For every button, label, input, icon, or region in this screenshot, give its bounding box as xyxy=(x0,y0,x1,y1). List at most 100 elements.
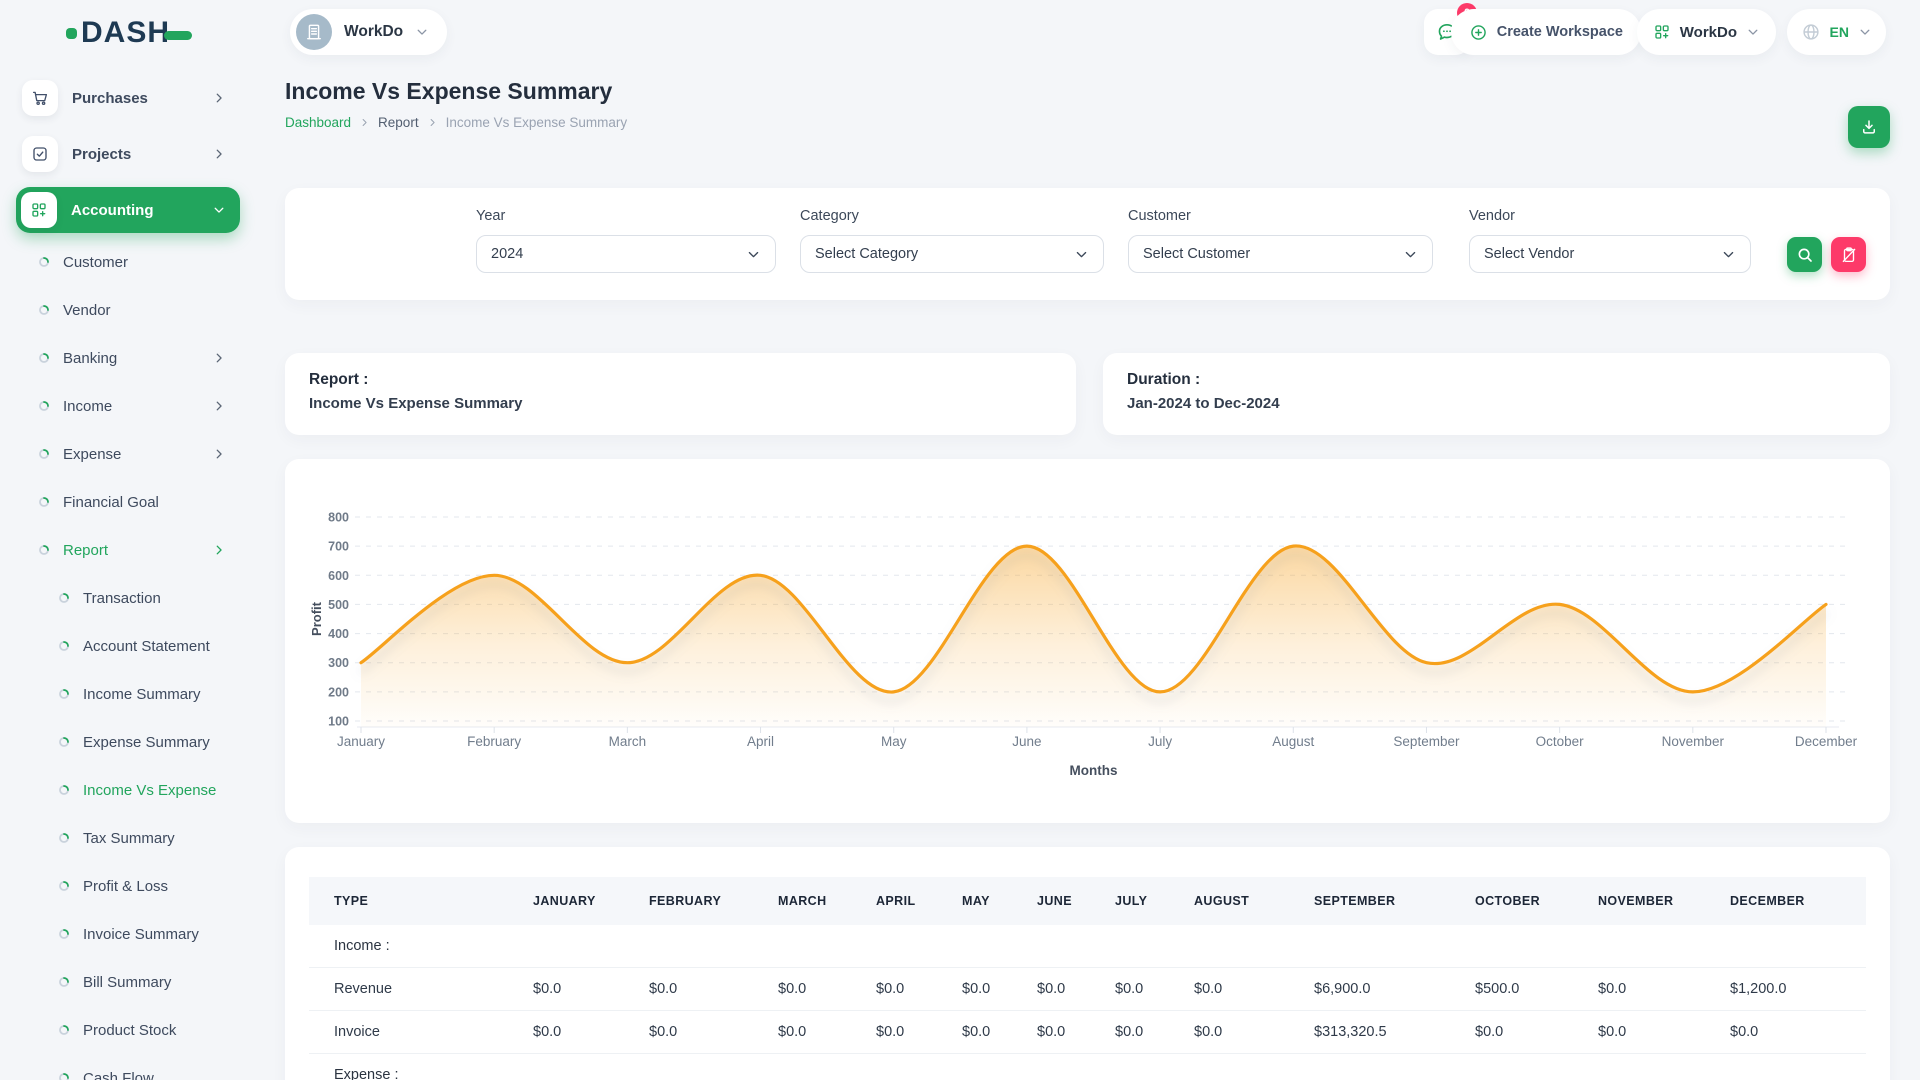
sidebar-item-invoice-summary[interactable]: Invoice Summary xyxy=(16,910,240,958)
logo-dash-bar xyxy=(164,31,192,40)
y-axis-tick-label: 100 xyxy=(328,715,349,729)
main-content: Income Vs Expense Summary Dashboard Repor… xyxy=(285,78,1890,130)
topbar: DASH WorkDo 0 Create Workspace WorkDo EN xyxy=(0,0,1920,66)
sidebar-item-label: Customer xyxy=(63,254,128,271)
donut-bullet-icon xyxy=(58,976,70,988)
sidebar-item-expense-summary[interactable]: Expense Summary xyxy=(16,718,240,766)
cell-value: $0.0 xyxy=(937,968,1012,1011)
donut-bullet-icon xyxy=(58,928,70,940)
chevron-right-icon xyxy=(212,91,226,105)
row-label: Revenue xyxy=(309,968,508,1011)
x-axis-tick-label: February xyxy=(467,734,521,749)
donut-bullet-icon xyxy=(58,736,70,748)
chevron-right-icon xyxy=(212,399,226,413)
workspace-menu-label: WorkDo xyxy=(1680,24,1737,41)
language-selector[interactable]: EN xyxy=(1787,9,1886,55)
sidebar-item-label: Financial Goal xyxy=(63,494,159,511)
globe-icon xyxy=(1801,22,1821,42)
chevron-down-icon xyxy=(1074,247,1089,262)
sidebar-item-label: Expense Summary xyxy=(83,734,210,751)
sidebar-item-label: Expense xyxy=(63,446,121,463)
sidebar-item-cash-flow[interactable]: Cash Flow xyxy=(16,1054,240,1080)
sidebar-item-expense[interactable]: Expense xyxy=(16,430,240,478)
sidebar-item-income-summary[interactable]: Income Summary xyxy=(16,670,240,718)
column-header-february: FEBRUARY xyxy=(624,877,753,925)
sidebar-item-label: Transaction xyxy=(83,590,161,607)
download-report-button[interactable] xyxy=(1848,106,1890,148)
sidebar-item-label: Profit & Loss xyxy=(83,878,168,895)
check-square-icon xyxy=(22,136,58,172)
breadcrumb-item-report[interactable]: Report xyxy=(378,115,419,130)
search-icon xyxy=(1796,246,1814,264)
create-workspace-button[interactable]: Create Workspace xyxy=(1451,9,1641,55)
sidebar-item-product-stock[interactable]: Product Stock xyxy=(16,1006,240,1054)
column-header-august: AUGUST xyxy=(1169,877,1289,925)
x-axis-tick-label: June xyxy=(1012,734,1041,749)
sidebar-menu: Purchases Projects Accounting Customer Vendo… xyxy=(16,70,240,1080)
sidebar-item-account-statement[interactable]: Account Statement xyxy=(16,622,240,670)
sidebar-item-income[interactable]: Income xyxy=(16,382,240,430)
workspace-menu-button[interactable]: WorkDo xyxy=(1637,9,1776,55)
section-label: Expense : xyxy=(309,1054,1866,1080)
apply-filter-button[interactable] xyxy=(1787,237,1822,272)
table-section-row-expense: Expense : xyxy=(309,1054,1866,1080)
breadcrumb-item-income-vs-expense-summary: Income Vs Expense Summary xyxy=(446,115,628,130)
donut-bullet-icon xyxy=(38,400,50,412)
x-axis-tick-label: March xyxy=(609,734,647,749)
filter-row: Year2024CategorySelect CategoryCustomerS… xyxy=(476,208,1866,273)
filter-label: Year xyxy=(476,208,776,224)
table-header-row: TYPEJANUARYFEBRUARYMARCHAPRILMAYJUNEJULY… xyxy=(309,877,1866,925)
filter-card: Year2024CategorySelect CategoryCustomerS… xyxy=(285,188,1890,300)
sidebar-item-tax-summary[interactable]: Tax Summary xyxy=(16,814,240,862)
category-select[interactable]: Select Category xyxy=(800,235,1104,273)
download-icon xyxy=(1860,118,1878,136)
sidebar-item-label: Account Statement xyxy=(83,638,210,655)
chevron-down-icon xyxy=(1403,247,1418,262)
selected-value: Select Customer xyxy=(1143,246,1250,262)
workspace-switcher-label: WorkDo xyxy=(344,23,403,41)
sidebar-item-purchases[interactable]: Purchases xyxy=(16,70,240,126)
cell-value: $0.0 xyxy=(1012,1011,1090,1054)
dash-logo: DASH xyxy=(66,18,192,48)
row-label: Invoice xyxy=(309,1011,508,1054)
sidebar-item-income-vs-expense[interactable]: Income Vs Expense xyxy=(16,766,240,814)
sidebar-item-vendor[interactable]: Vendor xyxy=(16,286,240,334)
sidebar-item-transaction[interactable]: Transaction xyxy=(16,574,240,622)
section-label: Income : xyxy=(309,925,1866,968)
sidebar-item-report[interactable]: Report xyxy=(16,526,240,574)
selected-value: Select Vendor xyxy=(1484,246,1574,262)
workspace-switcher[interactable]: WorkDo xyxy=(290,9,447,55)
chevron-down-icon xyxy=(1858,25,1872,39)
sidebar-item-label: Projects xyxy=(72,146,131,163)
donut-bullet-icon xyxy=(58,640,70,652)
filter-label: Vendor xyxy=(1469,208,1751,224)
cell-value: $0.0 xyxy=(851,968,937,1011)
customer-filter: CustomerSelect Customer xyxy=(1128,208,1433,273)
reset-filter-button[interactable] xyxy=(1831,237,1866,272)
cell-value: $0.0 xyxy=(1169,1011,1289,1054)
sidebar-item-profit-loss[interactable]: Profit & Loss xyxy=(16,862,240,910)
grid-plus-icon xyxy=(1653,23,1671,41)
card-title: Duration : xyxy=(1127,371,1866,389)
customer-select[interactable]: Select Customer xyxy=(1128,235,1433,273)
sidebar-item-financial-goal[interactable]: Financial Goal xyxy=(16,478,240,526)
breadcrumb-item-dashboard[interactable]: Dashboard xyxy=(285,115,351,130)
sidebar-item-customer[interactable]: Customer xyxy=(16,238,240,286)
sidebar-item-banking[interactable]: Banking xyxy=(16,334,240,382)
sidebar-item-accounting[interactable]: Accounting xyxy=(16,187,240,233)
y-axis-tick-label: 300 xyxy=(328,656,349,670)
cell-value: $0.0 xyxy=(1012,968,1090,1011)
donut-bullet-icon xyxy=(58,784,70,796)
table-row-invoice: Invoice$0.0$0.0$0.0$0.0$0.0$0.0$0.0$0.0$… xyxy=(309,1011,1866,1054)
donut-bullet-icon xyxy=(38,448,50,460)
sidebar-item-projects[interactable]: Projects xyxy=(16,126,240,182)
x-axis-tick-label: July xyxy=(1148,734,1172,749)
vendor-select[interactable]: Select Vendor xyxy=(1469,235,1751,273)
chevron-down-icon xyxy=(212,203,226,217)
sidebar-item-bill-summary[interactable]: Bill Summary xyxy=(16,958,240,1006)
y-axis-tick-label: 200 xyxy=(328,685,349,699)
sidebar-item-label: Income Vs Expense xyxy=(83,782,216,799)
sidebar-item-label: Cash Flow xyxy=(83,1070,154,1080)
column-header-december: DECEMBER xyxy=(1705,877,1866,925)
year-select[interactable]: 2024 xyxy=(476,235,776,273)
